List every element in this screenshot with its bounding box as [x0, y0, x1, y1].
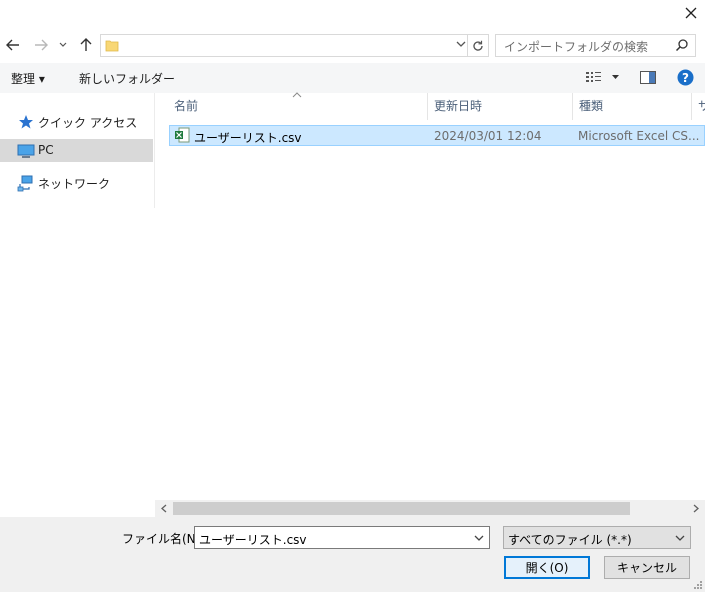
back-button[interactable]: [2, 34, 24, 56]
navigation-pane: クイック アクセス PC ネットワーク: [0, 93, 154, 513]
folder-icon: [105, 40, 119, 52]
recent-locations-button[interactable]: [55, 34, 71, 56]
close-icon: [685, 7, 697, 19]
scroll-right-button[interactable]: [688, 501, 704, 516]
excel-csv-icon: [175, 127, 190, 143]
new-folder-button[interactable]: 新しいフォルダー: [79, 70, 175, 87]
filename-input[interactable]: ユーザーリスト.csv: [194, 526, 490, 549]
column-header-type[interactable]: 種類: [579, 97, 603, 114]
filename-value: ユーザーリスト.csv: [199, 533, 307, 547]
search-placeholder: インポートフォルダの検索: [504, 40, 649, 54]
preview-pane-icon: [640, 71, 656, 84]
scroll-left-button[interactable]: [156, 501, 172, 516]
forward-button[interactable]: [30, 34, 52, 56]
arrow-left-icon: [6, 39, 19, 51]
chevron-right-icon: [693, 504, 699, 513]
dialog-footer: ファイル名(N): ユーザーリスト.csv すべてのファイル (*.*) 開く(…: [0, 517, 705, 592]
svg-text:?: ?: [682, 71, 689, 85]
preview-pane-button[interactable]: [640, 71, 656, 87]
chevron-down-icon[interactable]: [456, 37, 466, 51]
column-header-date[interactable]: 更新日時: [434, 97, 482, 114]
column-separator[interactable]: [427, 93, 428, 120]
refresh-icon: [473, 40, 483, 51]
sidebar-item-network[interactable]: ネットワーク: [0, 171, 153, 194]
computer-icon: [17, 144, 35, 158]
chevron-down-icon: [675, 535, 685, 541]
search-icon: [675, 39, 688, 52]
file-name: ユーザーリスト.csv: [194, 131, 302, 145]
open-button[interactable]: 開く(O): [504, 556, 590, 579]
chevron-down-icon: [59, 42, 67, 47]
file-date: 2024/03/01 12:04: [434, 129, 542, 143]
filetype-select[interactable]: すべてのファイル (*.*): [503, 526, 691, 549]
star-icon: [19, 115, 33, 129]
filetype-value: すべてのファイル (*.*): [508, 533, 632, 547]
filename-label: ファイル名(N):: [122, 532, 205, 546]
refresh-button[interactable]: [467, 35, 488, 56]
address-bar[interactable]: [100, 34, 489, 57]
cancel-button[interactable]: キャンセル: [604, 556, 690, 579]
sidebar-item-label: ネットワーク: [38, 177, 111, 191]
help-button[interactable]: ?: [677, 69, 694, 89]
resize-grip-icon[interactable]: [693, 580, 703, 590]
column-separator[interactable]: [572, 93, 573, 120]
details-view-icon: [586, 72, 619, 82]
file-type: Microsoft Excel CS...: [578, 129, 700, 143]
arrow-up-icon: [80, 38, 92, 51]
help-icon: ?: [677, 69, 694, 86]
column-header-size[interactable]: サ: [698, 97, 705, 114]
scrollbar-thumb[interactable]: [173, 502, 630, 515]
sort-ascending-icon: [292, 92, 302, 98]
horizontal-scrollbar[interactable]: [155, 500, 705, 517]
chevron-left-icon: [161, 504, 167, 513]
close-button[interactable]: [678, 2, 704, 24]
sidebar-item-label: PC: [38, 143, 54, 157]
search-box[interactable]: インポートフォルダの検索: [495, 34, 696, 57]
file-row[interactable]: ユーザーリスト.csv 2024/03/01 12:04 Microsoft E…: [169, 125, 705, 146]
view-options-button[interactable]: [585, 70, 621, 87]
sidebar-item-label: クイック アクセス: [38, 116, 138, 130]
organize-button[interactable]: 整理 ▾: [11, 70, 45, 87]
command-toolbar: 整理 ▾ 新しいフォルダー ?: [0, 63, 705, 93]
arrow-right-icon: [35, 39, 48, 51]
sidebar-item-pc[interactable]: PC: [0, 139, 153, 162]
column-separator[interactable]: [691, 93, 692, 120]
column-header-name[interactable]: 名前: [174, 97, 198, 114]
pane-divider: [154, 93, 155, 208]
sidebar-item-quick-access[interactable]: クイック アクセス: [0, 110, 153, 133]
up-button[interactable]: [75, 34, 97, 56]
chevron-down-icon[interactable]: [474, 532, 484, 544]
network-icon: [17, 175, 33, 192]
